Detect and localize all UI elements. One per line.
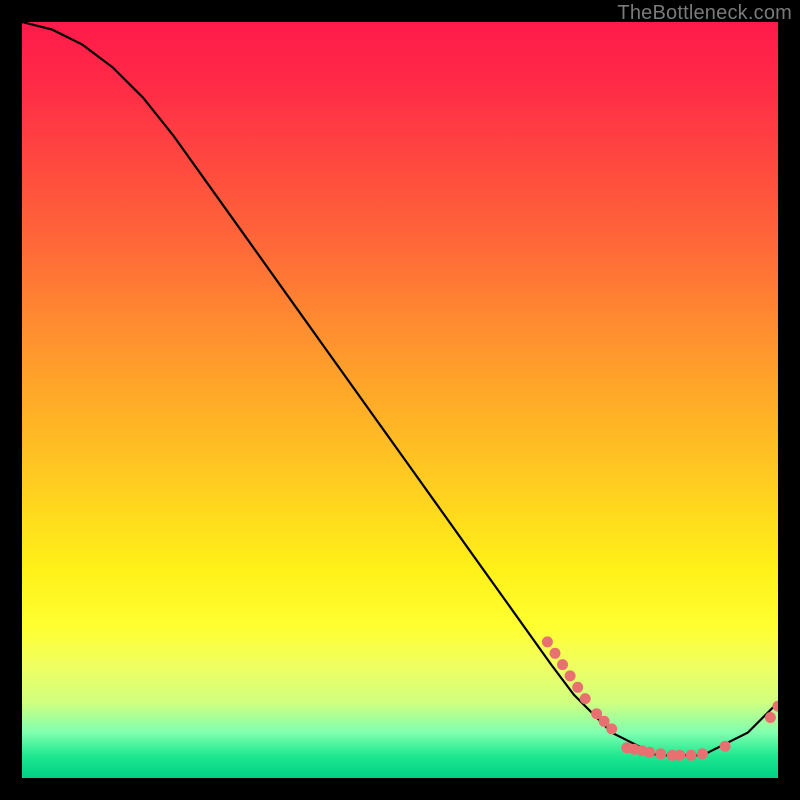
marker-dot xyxy=(655,748,666,759)
watermark-text: TheBottleneck.com xyxy=(617,2,792,25)
marker-dot xyxy=(542,636,553,647)
chart-overlay xyxy=(22,22,778,778)
marker-dot xyxy=(606,723,617,734)
marker-dot xyxy=(580,693,591,704)
marker-dot xyxy=(565,670,576,681)
marker-dot xyxy=(773,701,779,712)
marker-dot xyxy=(674,750,685,761)
marker-dot xyxy=(550,648,561,659)
marker-dot xyxy=(720,741,731,752)
bottleneck-curve xyxy=(22,22,778,755)
marker-dot xyxy=(765,712,776,723)
marker-dot xyxy=(686,750,697,761)
marker-dot xyxy=(697,748,708,759)
marker-dot xyxy=(572,682,583,693)
marker-dot xyxy=(557,659,568,670)
marker-dot xyxy=(644,747,655,758)
